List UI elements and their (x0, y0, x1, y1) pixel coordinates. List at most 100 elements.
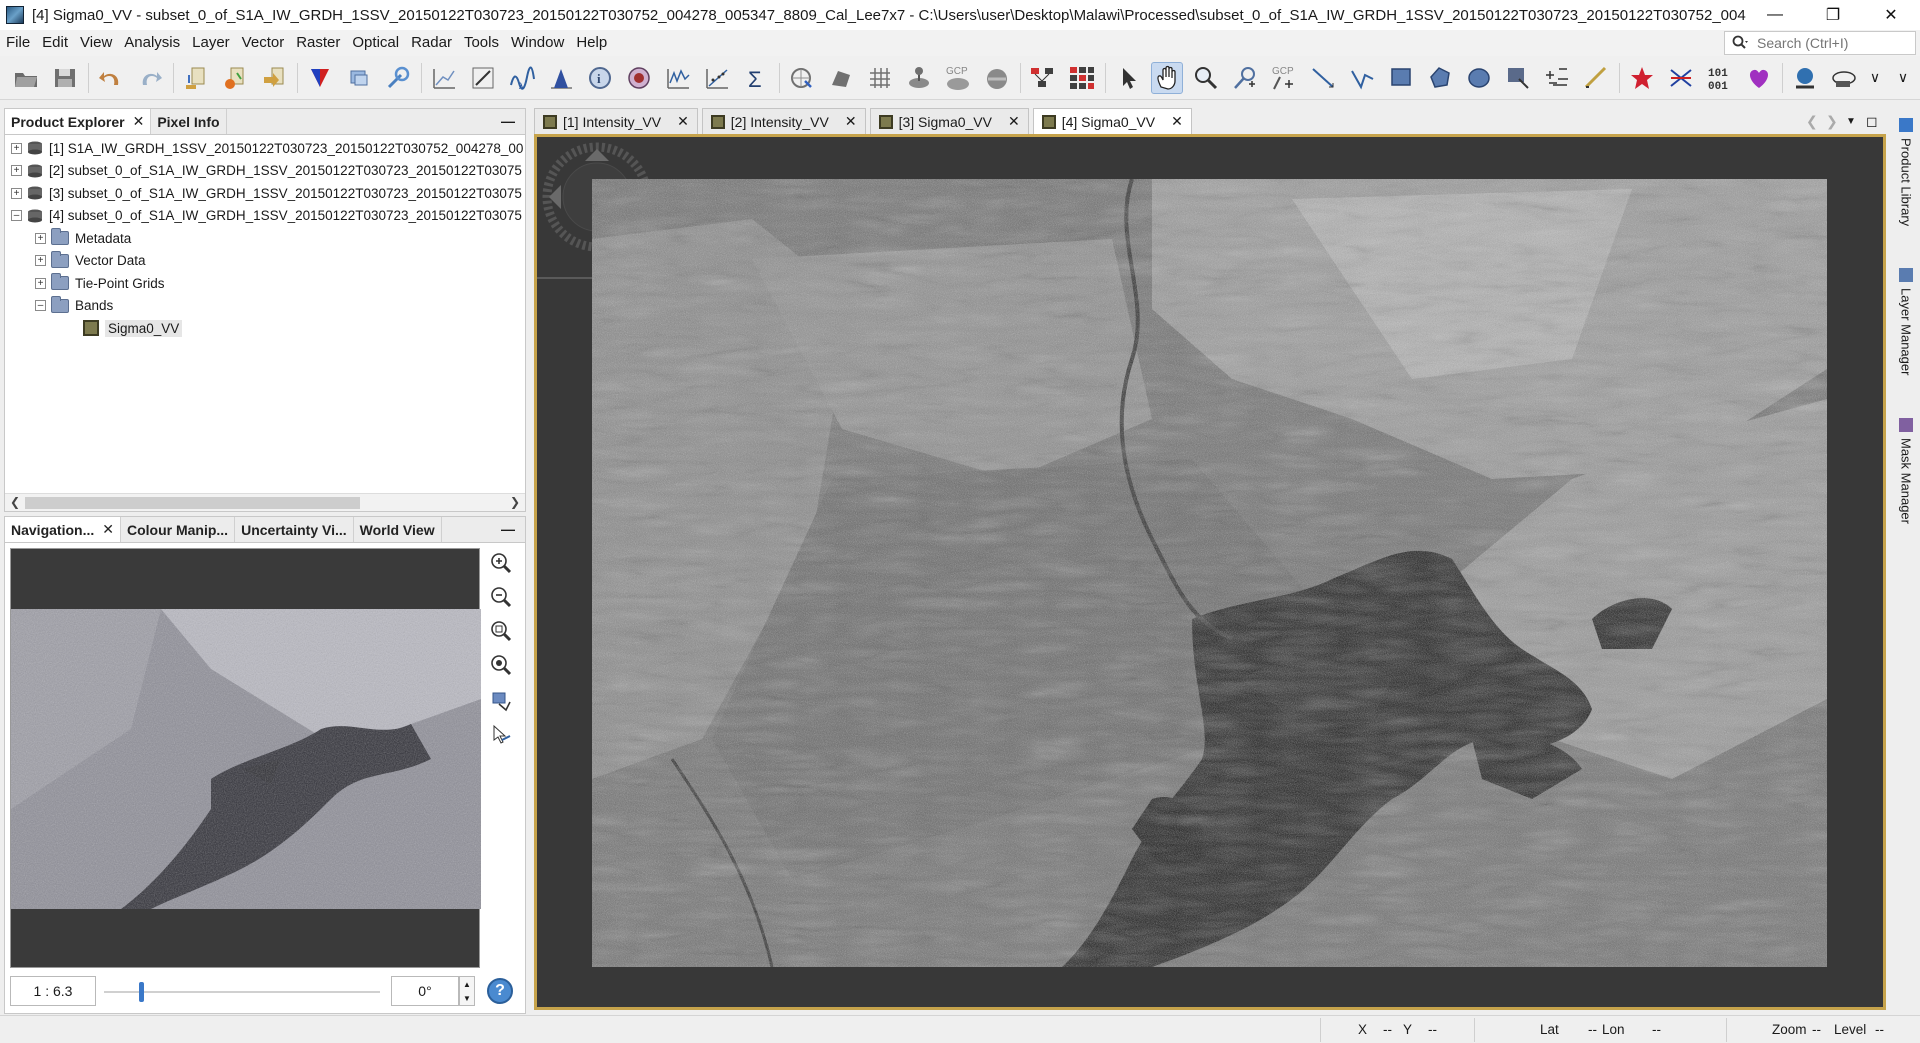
menu-help[interactable]: Help (570, 30, 613, 56)
tab-uncertainty-visualisation[interactable]: Uncertainty Vi... (235, 517, 354, 542)
menu-tools[interactable]: Tools (458, 30, 505, 56)
interferogram-icon[interactable] (1665, 62, 1697, 94)
pins-icon[interactable] (825, 62, 857, 94)
close-tab-icon[interactable]: ✕ (845, 113, 857, 130)
gcp-placing-icon[interactable]: GCP (1268, 62, 1300, 94)
menu-view[interactable]: View (74, 30, 118, 56)
scale-field[interactable]: 1 : 6.3 (10, 976, 96, 1006)
profile-plot-icon[interactable] (662, 62, 694, 94)
expand-icon[interactable]: + (35, 277, 46, 289)
open-product-icon[interactable] (10, 62, 42, 94)
band-maths-icon[interactable] (343, 62, 375, 94)
rgb-image-icon[interactable] (304, 62, 336, 94)
correlative-plot-icon[interactable] (701, 62, 733, 94)
tab-pixel-info[interactable]: Pixel Info (151, 109, 227, 134)
select-tool-icon[interactable] (1112, 62, 1144, 94)
tree-folder-tie-point-grids[interactable]: + Tie-Point Grids (5, 272, 525, 295)
menu-layer[interactable]: Layer (186, 30, 236, 56)
close-tab-icon[interactable]: ✕ (1171, 113, 1183, 130)
horizontal-scrollbar[interactable]: ❮ ❯ (5, 493, 525, 511)
minimize-panel-icon[interactable]: — (501, 521, 515, 537)
sar-image[interactable] (592, 179, 1827, 967)
graticule-icon[interactable] (864, 62, 896, 94)
graph-builder-icon[interactable] (1027, 62, 1059, 94)
navigation-thumbnail[interactable] (11, 609, 481, 909)
gcp-manager-icon[interactable] (903, 62, 935, 94)
geocoding-icon[interactable] (623, 62, 655, 94)
search-input[interactable] (1757, 35, 1907, 51)
toolbar-overflow-icon[interactable]: ∨ (1867, 62, 1883, 94)
zoom-tool-icon[interactable] (1190, 62, 1222, 94)
draw-line-icon[interactable] (467, 62, 499, 94)
tab-mask-manager[interactable]: Mask Manager (1894, 418, 1918, 538)
undo-icon[interactable] (95, 62, 127, 94)
spectrum-icon[interactable]: λ (506, 62, 538, 94)
tree-product-2[interactable]: + [2] subset_0_of_S1A_IW_GRDH_1SSV_20150… (5, 160, 525, 183)
batch-processing-icon[interactable] (1066, 62, 1098, 94)
scrollbar-thumb[interactable] (25, 497, 360, 509)
close-tab-icon[interactable]: ✕ (1008, 113, 1020, 130)
help-icon[interactable]: ? (487, 978, 513, 1004)
tab-navigation[interactable]: Navigation... ✕ (5, 517, 121, 542)
menu-analysis[interactable]: Analysis (118, 30, 186, 56)
measure-tool-icon[interactable] (1580, 62, 1612, 94)
restore-button[interactable]: ❐ (1804, 0, 1862, 30)
orbit-icon[interactable] (1828, 62, 1860, 94)
polyline-drawing-icon[interactable] (1346, 62, 1378, 94)
tab-intensity-vv-2[interactable]: [2] Intensity_VV ✕ (701, 108, 866, 134)
tree-band-sigma0-vv[interactable]: Sigma0_VV (5, 317, 525, 340)
rectangle-drawing-icon[interactable] (1385, 62, 1417, 94)
import-raster-icon[interactable] (180, 62, 212, 94)
tree-folder-vector-data[interactable]: + Vector Data (5, 250, 525, 273)
tab-list-icon[interactable]: ▼ (1846, 108, 1866, 134)
tab-sigma0-vv-4[interactable]: [4] Sigma0_VV ✕ (1032, 108, 1192, 134)
tab-intensity-vv-1[interactable]: [1] Intensity_VV ✕ (534, 108, 698, 134)
expand-icon[interactable]: + (11, 187, 22, 199)
zoom-all-icon[interactable] (488, 652, 514, 678)
tree-folder-metadata[interactable]: + Metadata (5, 227, 525, 250)
satellite-dish-icon[interactable] (1789, 62, 1821, 94)
collapse-icon[interactable]: – (35, 300, 46, 312)
maximize-view-icon[interactable]: ◻ (1866, 108, 1886, 134)
zoom-in-icon[interactable] (488, 550, 514, 576)
tab-world-view[interactable]: World View (354, 517, 442, 542)
pan-tool-icon[interactable] (1151, 61, 1183, 94)
expand-icon[interactable]: + (11, 165, 22, 177)
pin-placing-icon[interactable] (1229, 62, 1261, 94)
navigation-overview[interactable] (10, 548, 481, 968)
terrain-flattening-icon[interactable] (1626, 62, 1658, 94)
close-window-button[interactable]: ✕ (1862, 0, 1920, 30)
gcp-tool-icon[interactable]: GCP (942, 62, 974, 94)
expand-icon[interactable]: + (11, 142, 22, 154)
menu-raster[interactable]: Raster (290, 30, 346, 56)
export-icon[interactable] (258, 62, 290, 94)
statistics-icon[interactable]: Σ (740, 62, 772, 94)
line-drawing-icon[interactable] (1307, 62, 1339, 94)
sync-views-icon[interactable] (488, 688, 514, 714)
minimize-panel-icon[interactable]: — (501, 113, 515, 129)
scatter-plot-icon[interactable] (428, 62, 460, 94)
close-tab-icon[interactable]: ✕ (133, 113, 145, 130)
histogram-icon[interactable] (545, 62, 577, 94)
tab-sigma0-vv-3[interactable]: [3] Sigma0_VV ✕ (869, 108, 1029, 134)
tree-product-4[interactable]: – [4] subset_0_of_S1A_IW_GRDH_1SSV_20150… (5, 205, 525, 228)
rotation-field[interactable]: 0° (391, 976, 459, 1006)
zoom-slider[interactable] (104, 982, 380, 1002)
binary-data-icon[interactable]: 101 001001 (1704, 62, 1736, 94)
toolbar-chevron-icon[interactable]: ∨ (1893, 62, 1913, 94)
range-finder-icon[interactable] (1502, 62, 1534, 94)
sync-cursor-icon[interactable] (488, 722, 514, 748)
close-tab-icon[interactable]: ✕ (677, 113, 689, 130)
close-tab-icon[interactable]: ✕ (102, 521, 114, 538)
menu-optical[interactable]: Optical (346, 30, 405, 56)
redo-icon[interactable] (134, 62, 166, 94)
tab-colour-manipulation[interactable]: Colour Manip... (121, 517, 236, 542)
ellipse-drawing-icon[interactable] (1463, 62, 1495, 94)
menu-radar[interactable]: Radar (405, 30, 458, 56)
tree-product-1[interactable]: + [1] S1A_IW_GRDH_1SSV_20150122T030723_2… (5, 137, 525, 160)
world-map-icon[interactable] (786, 62, 818, 94)
zoom-actual-pixel-icon[interactable] (488, 618, 514, 644)
spinner-down-icon[interactable]: ▼ (463, 994, 471, 1003)
tab-scroll-left-icon[interactable]: ❮ (1806, 108, 1826, 134)
collapse-icon[interactable]: – (11, 210, 22, 222)
